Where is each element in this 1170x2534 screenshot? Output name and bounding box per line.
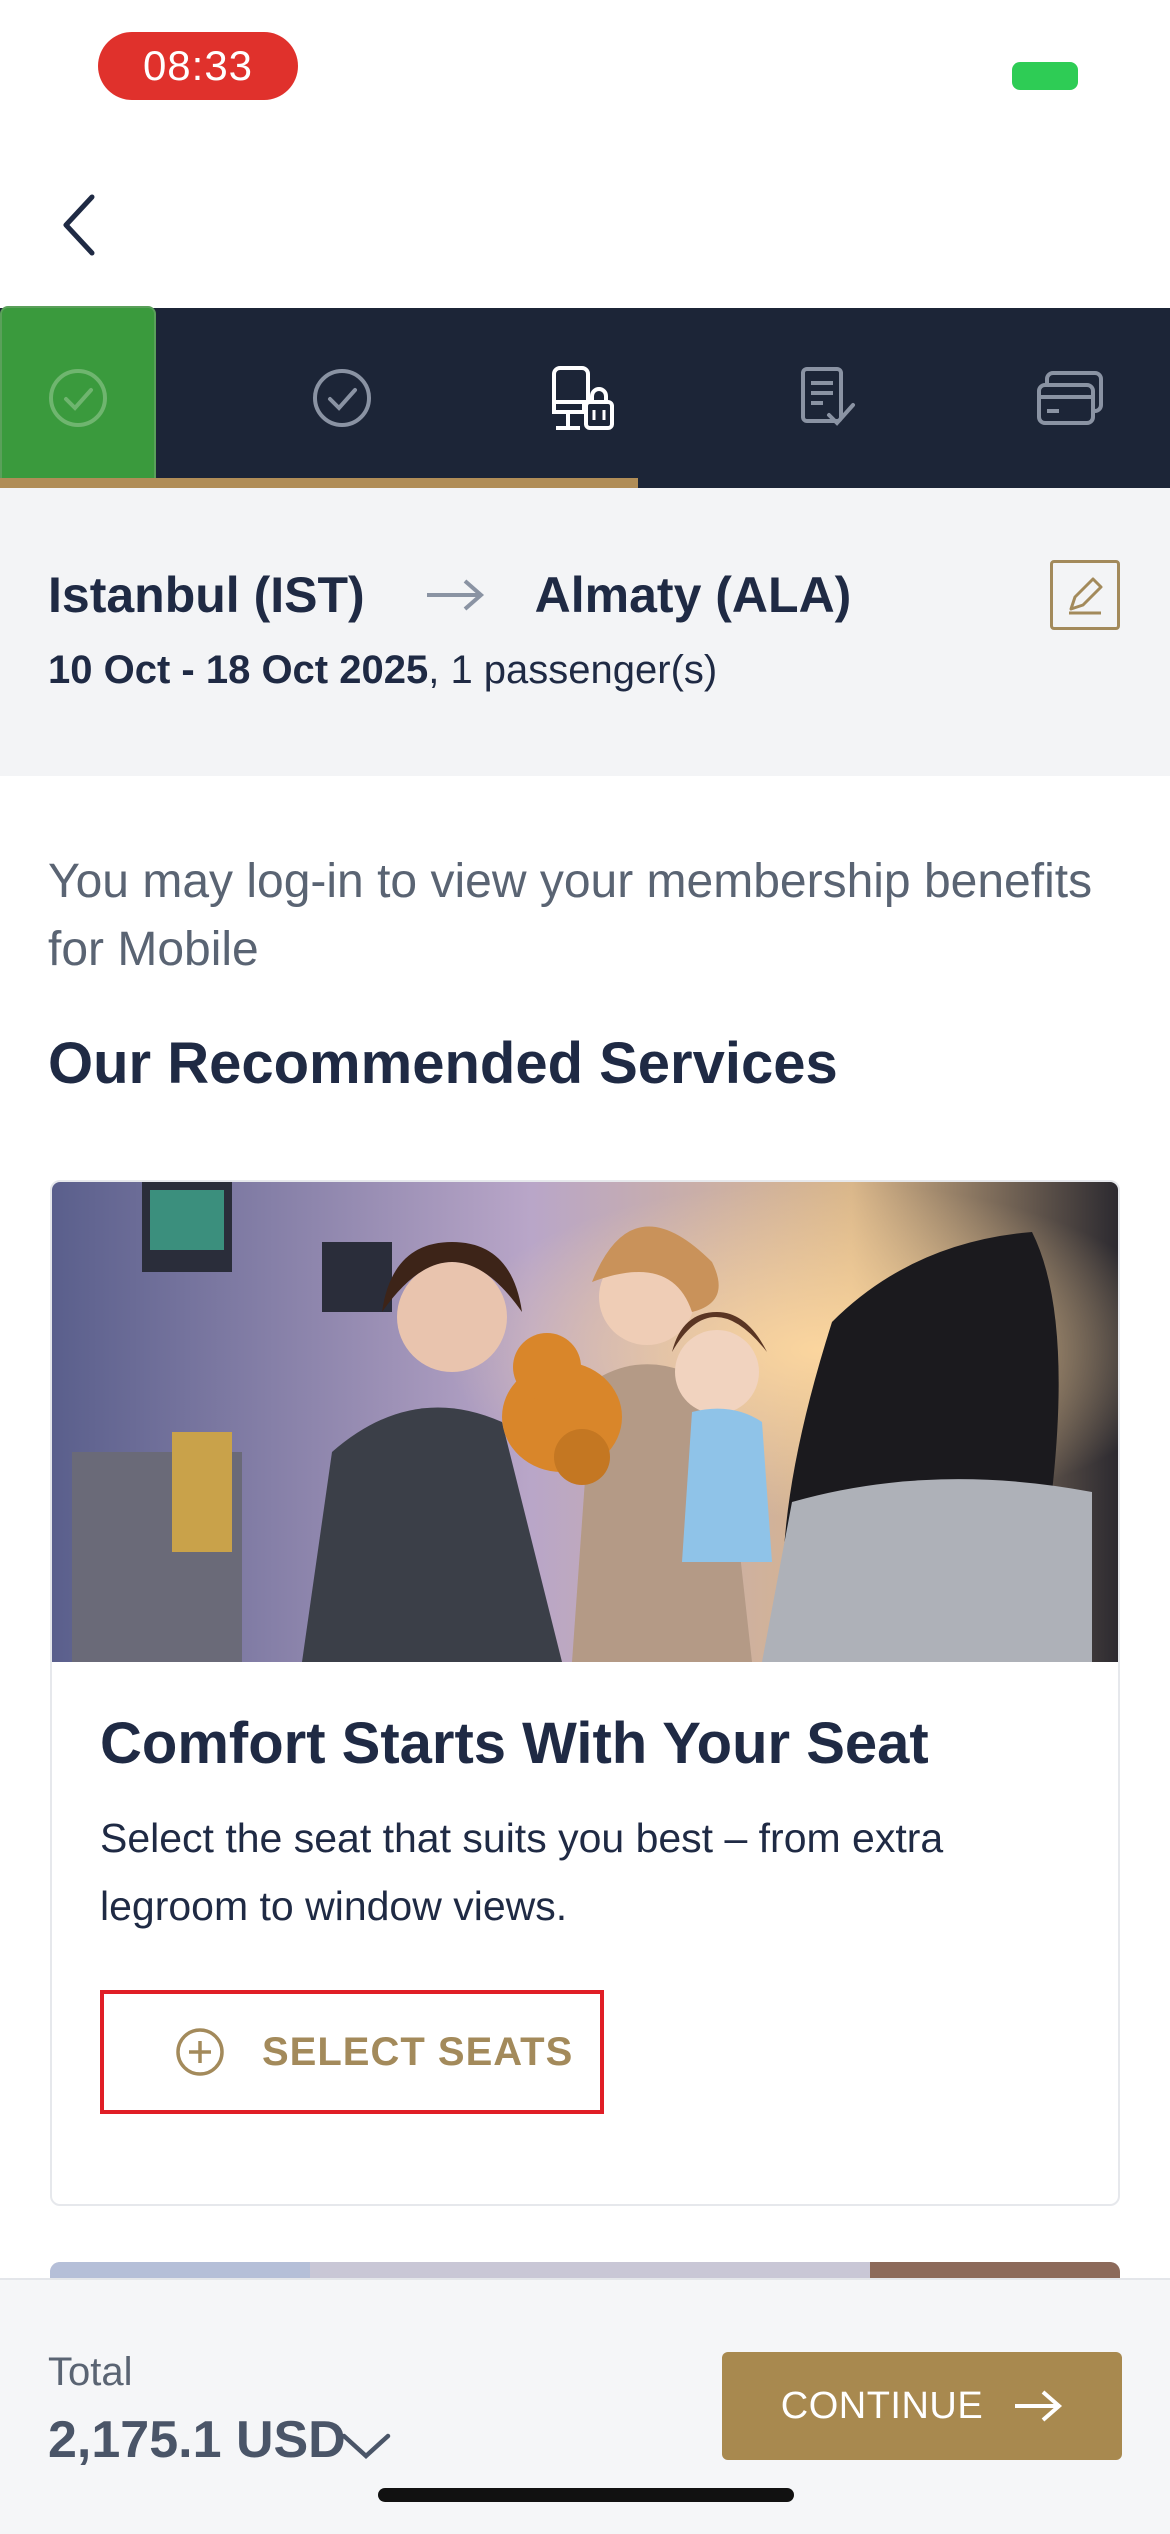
select-seats-button[interactable]: SELECT SEATS (100, 1990, 604, 2114)
trip-dates: 10 Oct - 18 Oct 2025 (48, 648, 429, 692)
home-indicator (378, 2488, 794, 2502)
check-icon (313, 369, 371, 427)
step-2[interactable] (262, 308, 422, 488)
plus-circle-icon (176, 2028, 224, 2076)
step-3-seats[interactable] (502, 308, 662, 488)
select-seats-label: SELECT SEATS (262, 2029, 574, 2074)
check-icon (49, 369, 107, 427)
card-image (52, 1182, 1118, 1662)
login-prompt[interactable]: You may log-in to view your membership b… (48, 848, 1108, 984)
document-check-icon (801, 367, 855, 426)
step-4-review[interactable] (748, 308, 908, 488)
trip-details: 10 Oct - 18 Oct 2025, 1 passenger(s) (48, 648, 717, 693)
card-description: Select the seat that suits you best – fr… (100, 1815, 944, 1929)
back-button[interactable] (52, 185, 112, 265)
total-price: 2,175.1 USD (48, 2411, 346, 2469)
total-label: Total (48, 2350, 133, 2394)
seat-service-card: Comfort Starts With Your Seat Select the… (50, 1180, 1120, 2206)
origin-city: Istanbul (IST) (48, 567, 365, 623)
booking-stepper (0, 306, 1170, 490)
continue-button[interactable]: CONTINUE (722, 2352, 1122, 2460)
arrow-right-icon (426, 579, 484, 611)
status-time: 08:33 (98, 32, 298, 100)
chevron-left-icon (63, 194, 95, 256)
edit-search-button[interactable] (1050, 560, 1120, 630)
arrow-right-icon (1015, 2390, 1063, 2422)
section-title: Our Recommended Services (48, 1031, 838, 1096)
seat-icon (552, 366, 614, 430)
destination-city: Almaty (ALA) (534, 567, 852, 623)
status-bar: 08:33 (0, 0, 1170, 140)
battery-icon (1012, 62, 1078, 90)
passenger-count: , 1 passenger(s) (428, 648, 718, 692)
chevron-down-icon[interactable] (340, 2430, 392, 2460)
route-summary: Istanbul (IST) Almaty (ALA) 10 Oct - 18 … (0, 488, 1170, 776)
pencil-icon (1069, 577, 1103, 615)
continue-label: CONTINUE (780, 2384, 984, 2427)
card-icon (1037, 371, 1103, 425)
step-1[interactable] (0, 306, 156, 490)
stepper-progress-bar (0, 478, 638, 488)
step-5-payment[interactable] (990, 308, 1150, 488)
card-title: Comfort Starts With Your Seat (100, 1711, 929, 1776)
